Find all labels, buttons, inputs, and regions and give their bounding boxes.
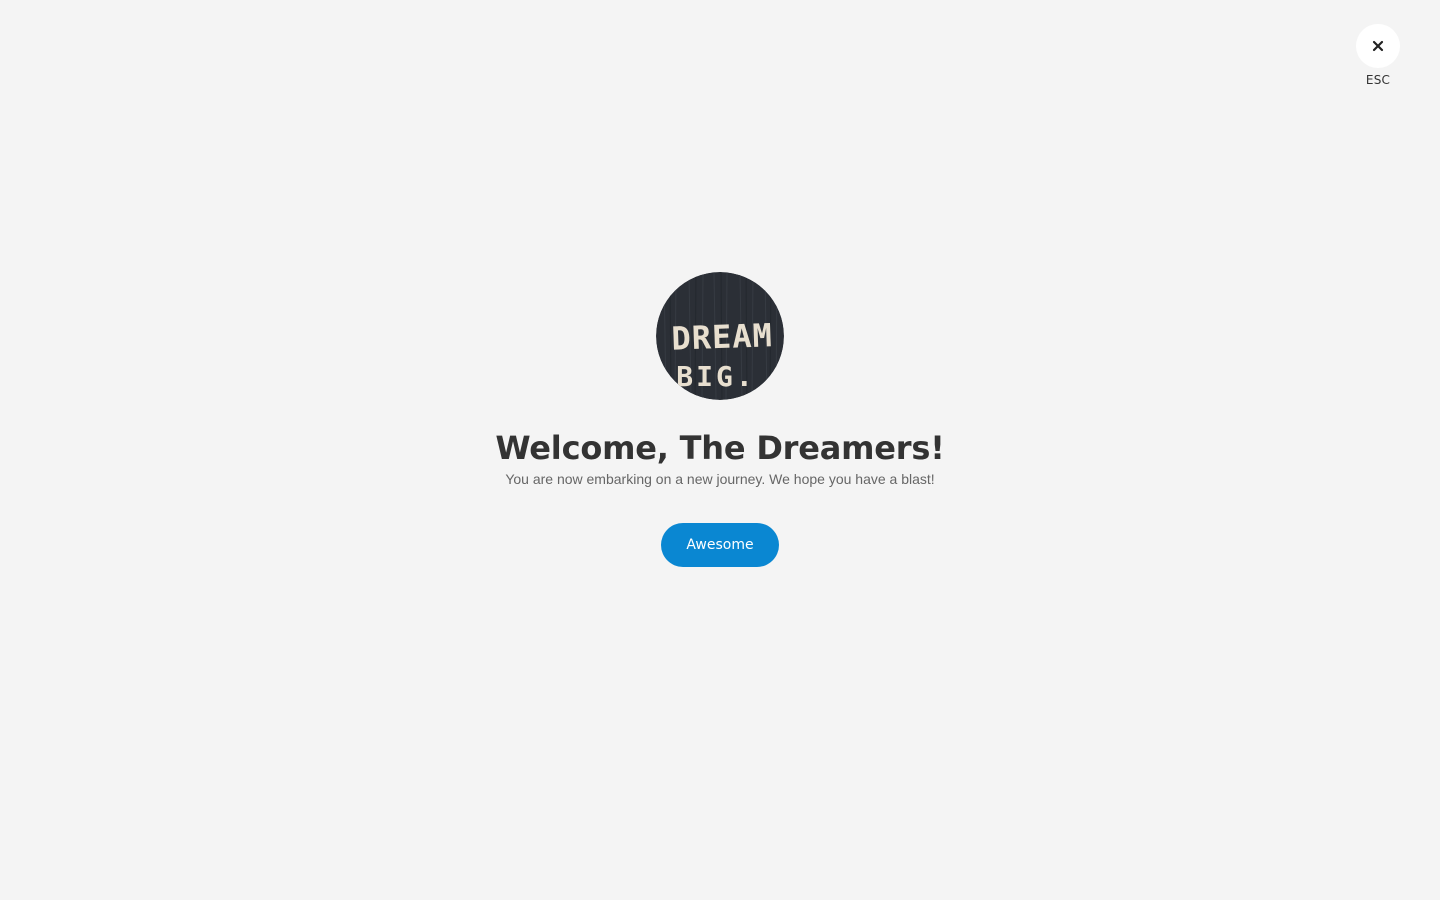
welcome-panel: DREAM BIG. Welcome, The Dreamers! You ar… [0, 272, 1440, 567]
dream-big-avatar: DREAM BIG. [656, 272, 784, 400]
close-control: ESC [1356, 24, 1400, 87]
welcome-subtitle: You are now embarking on a new journey. … [505, 471, 935, 487]
esc-label: ESC [1365, 73, 1391, 87]
avatar-text-big: BIG. [676, 360, 755, 393]
close-icon [1372, 40, 1384, 52]
welcome-screen: ESC DREAM BIG. Welcome, The Dreamers! Yo… [0, 0, 1440, 900]
welcome-title: Welcome, The Dreamers! [495, 429, 945, 467]
avatar-text-dream: DREAM [671, 316, 774, 358]
awesome-button[interactable]: Awesome [661, 523, 779, 567]
close-button[interactable] [1356, 24, 1400, 68]
